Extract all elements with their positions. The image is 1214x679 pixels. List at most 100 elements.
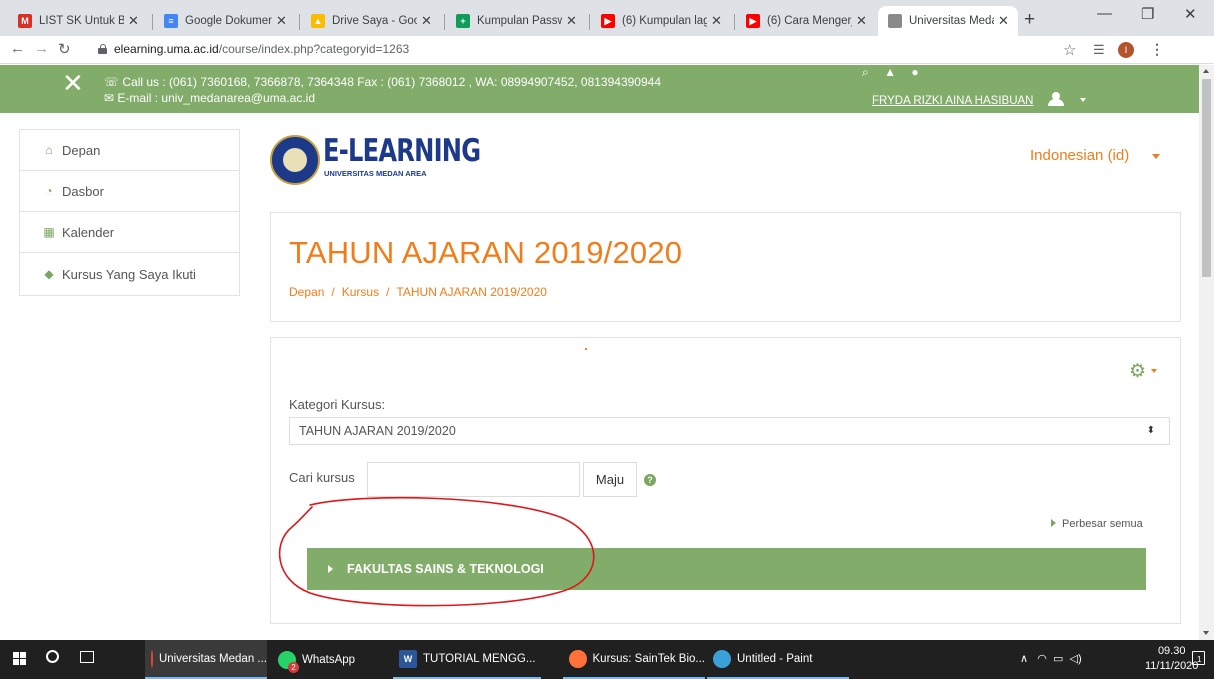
bell-icon[interactable]: ▲ — [884, 65, 896, 79]
taskbar-word[interactable]: W TUTORIAL MENGG... — [393, 640, 541, 679]
page-scrollbar[interactable] — [1199, 65, 1214, 640]
close-icon[interactable]: ✕ — [856, 14, 868, 27]
address-bar[interactable]: elearning.uma.ac.id/course/index.php?cat… — [114, 42, 409, 56]
reading-list-icon[interactable]: ☰ — [1093, 42, 1105, 58]
sidebar-item-label: Depan — [62, 142, 101, 158]
taskbar-clock[interactable]: 09.30 11/11/2020 — [1145, 644, 1198, 674]
taskbar-chrome[interactable]: Universitas Medan ... — [145, 640, 267, 679]
tab-youtube-1[interactable]: ▶ (6) Kumpulan lagu ✕ — [591, 6, 731, 36]
course-category-panel: ⚙ Kategori Kursus: TAHUN AJARAN 2019/202… — [270, 337, 1181, 624]
bookmark-star-icon[interactable]: ☆ — [1063, 41, 1076, 59]
close-icon[interactable]: ✕ — [566, 14, 578, 27]
new-tab-button[interactable]: + — [1024, 9, 1035, 31]
firefox-icon — [569, 649, 587, 668]
close-icon[interactable]: ✕ — [128, 14, 140, 27]
minimize-button[interactable]: — — [1097, 5, 1112, 22]
sidebar-item-label: Kursus Yang Saya Ikuti — [62, 266, 196, 282]
chevron-up-icon[interactable]: ∧ — [1020, 653, 1028, 665]
tab-youtube-2[interactable]: ▶ (6) Cara Mengerja ✕ — [736, 6, 876, 36]
sidebar-nav: ⌂ Depan ◔ Dasbor ▦ Kalender ◆ Kursus Yan… — [19, 129, 240, 296]
tab-sheets[interactable]: + Kumpulan Passwo ✕ — [446, 6, 586, 36]
taskbar-item-label: TUTORIAL MENGG... — [423, 652, 536, 665]
chevron-down-icon[interactable] — [1151, 369, 1157, 373]
profile-avatar[interactable]: I — [1118, 42, 1134, 58]
tab-gmail[interactable]: M LIST SK Untuk BOF ✕ — [8, 6, 148, 36]
search-icon[interactable] — [46, 650, 59, 663]
tab-google-drive[interactable]: ▲ Drive Saya - Goog ✕ — [301, 6, 441, 36]
close-icon[interactable]: ✕ — [276, 14, 288, 27]
battery-icon[interactable]: ▭ — [1053, 653, 1063, 665]
sidebar-item-dasbor[interactable]: ◔ Dasbor — [20, 171, 239, 212]
scrollbar-thumb[interactable] — [1202, 79, 1211, 277]
close-icon[interactable]: ✕ — [998, 14, 1010, 27]
close-icon[interactable]: ✕ — [711, 14, 723, 27]
scroll-down-icon[interactable] — [1203, 631, 1209, 635]
clock-date: 11/11/2020 — [1145, 660, 1199, 672]
search-go-button[interactable]: Maju — [583, 462, 637, 497]
chevron-down-icon[interactable] — [1080, 98, 1086, 102]
contact-email: ✉ E-mail : univ_medanarea@uma.ac.id — [104, 91, 315, 105]
volume-icon[interactable]: ◁) — [1070, 653, 1082, 665]
breadcrumb-current[interactable]: TAHUN AJARAN 2019/2020 — [396, 285, 547, 299]
sidebar-item-kursus[interactable]: ◆ Kursus Yang Saya Ikuti — [20, 253, 239, 295]
breadcrumb: Depan / Kursus / TAHUN AJARAN 2019/2020 — [289, 285, 547, 299]
tab-title: (6) Kumpulan lagu — [622, 15, 707, 27]
taskbar-firefox[interactable]: Kursus: SainTek Bio... — [563, 640, 705, 679]
site-logo-subtitle: UNIVERSITAS MEDAN AREA — [324, 169, 427, 178]
chevron-down-icon[interactable] — [1152, 154, 1160, 159]
page-header: TAHUN AJARAN 2019/2020 Depan / Kursus / TAHU… — [270, 212, 1181, 322]
category-select[interactable]: TAHUN AJARAN 2019/2020 ⬍ — [289, 417, 1170, 445]
user-avatar-icon[interactable] — [1047, 92, 1065, 106]
sidebar-item-depan[interactable]: ⌂ Depan — [20, 130, 239, 171]
url-host: elearning.uma.ac.id — [114, 42, 219, 56]
category-faculty-sains-teknologi[interactable]: FAKULTAS SAINS & TEKNOLOGI — [307, 548, 1146, 590]
gear-icon[interactable]: ⚙ — [1129, 360, 1146, 383]
browser-menu-icon[interactable]: ⋮ — [1150, 41, 1164, 58]
help-icon[interactable]: ? — [644, 474, 656, 486]
site-logo-title[interactable]: E-LEARNING — [323, 133, 481, 169]
notification-count: 1 — [1197, 655, 1202, 664]
task-view-icon[interactable] — [80, 651, 94, 663]
scroll-up-icon[interactable] — [1203, 69, 1209, 73]
user-menu-name[interactable]: FRYDA RIZKI AINA HASIBUAN — [872, 95, 1033, 107]
windows-start-icon[interactable] — [13, 652, 27, 666]
back-button[interactable]: ← — [10, 40, 25, 57]
tab-title: Universitas Medan — [909, 15, 994, 27]
browser-toolbar: ← → ↻ elearning.uma.ac.id/course/index.p… — [0, 36, 1214, 64]
drive-icon: ▲ — [311, 14, 325, 28]
wifi-icon[interactable]: ◠ — [1037, 653, 1047, 665]
chat-icon[interactable]: ● — [911, 65, 918, 79]
close-drawer-icon[interactable]: ✕ — [62, 71, 84, 97]
lock-icon[interactable] — [98, 44, 107, 54]
tab-universitas-medan-area[interactable]: Universitas Medan ✕ — [878, 6, 1018, 36]
window-close-button[interactable]: ✕ — [1184, 5, 1197, 23]
gmail-icon: M — [18, 14, 32, 28]
docs-icon: ≡ — [164, 14, 178, 28]
search-courses-input[interactable] — [367, 462, 580, 497]
taskbar-whatsapp[interactable]: 2 WhatsApp — [272, 640, 387, 679]
page-viewport: ✕ ☏ Call us : (061) 7360168, 7366878, 73… — [0, 65, 1199, 640]
tab-title: Kumpulan Passwo — [477, 15, 562, 27]
breadcrumb-kursus[interactable]: Kursus — [342, 285, 379, 299]
taskbar-item-label: Untitled - Paint — [737, 652, 813, 665]
taskbar-paint[interactable]: Untitled - Paint — [707, 640, 849, 679]
close-icon[interactable]: ✕ — [421, 14, 433, 27]
reload-button[interactable]: ↻ — [58, 40, 71, 58]
phone-icon: ☏ — [104, 75, 120, 89]
system-tray[interactable]: ∧ ◠ ▭ ◁) — [1020, 652, 1082, 665]
calendar-icon: ▦ — [43, 225, 55, 239]
university-seal-logo[interactable] — [270, 135, 320, 187]
breadcrumb-depan[interactable]: Depan — [289, 285, 324, 299]
taskbar-item-label: Kursus: SainTek Bio... — [592, 652, 706, 665]
notification-badge: 2 — [288, 662, 299, 673]
notification-center-icon[interactable]: 1 — [1192, 651, 1205, 665]
sidebar-item-kalender[interactable]: ▦ Kalender — [20, 212, 239, 253]
tab-google-docs[interactable]: ≡ Google Dokumen ✕ — [154, 6, 296, 36]
sheets-icon: + — [456, 14, 470, 28]
restore-button[interactable]: ❐ — [1141, 5, 1154, 23]
forward-button[interactable]: → — [34, 40, 49, 57]
search-icon[interactable]: ⌕ — [862, 65, 869, 79]
expand-all-link[interactable]: Perbesar semua — [1051, 518, 1143, 530]
tab-title: LIST SK Untuk BOF — [39, 15, 124, 27]
language-selector[interactable]: Indonesian (id) — [1030, 147, 1129, 164]
